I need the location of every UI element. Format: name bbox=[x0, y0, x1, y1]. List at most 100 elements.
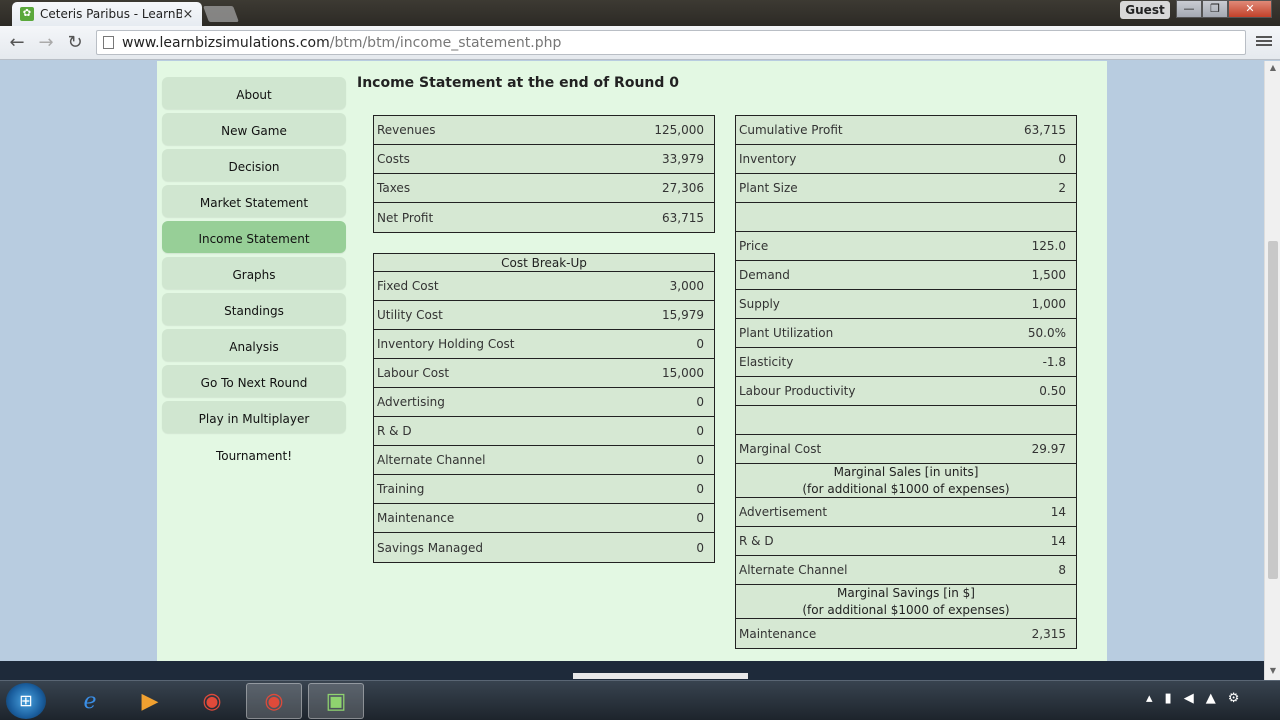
taskbar: ⊞ ℯ ▶ ◉ ◉ ▣ ▴ ▮ ◀ ▲ ⚙ bbox=[0, 680, 1280, 720]
browser-menu-icon[interactable] bbox=[1256, 34, 1272, 50]
reload-icon[interactable]: ↻ bbox=[64, 32, 86, 54]
sidebar-item-multiplayer[interactable]: Play in Multiplayer Tournament! bbox=[162, 401, 346, 463]
row-value: 0.50 bbox=[1039, 384, 1066, 398]
media-player-icon[interactable]: ▶ bbox=[122, 683, 178, 719]
chrome-active-icon[interactable]: ◉ bbox=[246, 683, 302, 719]
back-icon[interactable]: ← bbox=[6, 32, 28, 54]
horizontal-scroll-thumb[interactable] bbox=[573, 673, 748, 679]
table-row: Labour Cost 15,000 bbox=[374, 359, 714, 388]
url-host: www.learnbizsimulations.com bbox=[122, 34, 330, 51]
sidebar-item-analysis[interactable]: Analysis bbox=[162, 329, 346, 361]
table-row: R & D 14 bbox=[736, 527, 1076, 556]
row-value: 0 bbox=[696, 395, 704, 409]
row-value: 0 bbox=[696, 540, 704, 555]
row-value: 8 bbox=[1058, 563, 1066, 577]
row-value: 0 bbox=[696, 511, 704, 525]
table-row: Price 125.0 bbox=[736, 232, 1076, 261]
sidebar-nav: About New Game Decision Market Statement… bbox=[162, 77, 346, 463]
summary-table: Revenues 125,000 Costs 33,979 Taxes 27,306 … bbox=[373, 115, 715, 233]
row-label: R & D bbox=[377, 424, 412, 438]
chrome-icon[interactable]: ◉ bbox=[184, 683, 240, 719]
new-tab-button[interactable] bbox=[203, 6, 239, 22]
row-label: R & D bbox=[739, 534, 774, 548]
tab-close-icon[interactable]: × bbox=[182, 7, 194, 22]
window-close-button[interactable]: ✕ bbox=[1228, 0, 1272, 18]
row-label: Training bbox=[377, 482, 425, 496]
bottom-strip bbox=[0, 661, 1264, 680]
table-row: Revenues 125,000 bbox=[374, 116, 714, 145]
row-label: Alternate Channel bbox=[739, 563, 848, 577]
row-value: 0 bbox=[1058, 152, 1066, 166]
table-row: Maintenance 0 bbox=[374, 504, 714, 533]
table-row: Training 0 bbox=[374, 475, 714, 504]
row-label: Supply bbox=[739, 297, 780, 311]
table-row: Utility Cost 15,979 bbox=[374, 301, 714, 330]
row-value: 14 bbox=[1050, 534, 1066, 548]
table-row: Demand 1,500 bbox=[736, 261, 1076, 290]
row-value: 3,000 bbox=[669, 279, 704, 293]
marginal-savings-header: Marginal Savings [in $] (for additional … bbox=[736, 585, 1076, 619]
row-label: Inventory bbox=[739, 152, 797, 166]
row-label: Marginal Cost bbox=[739, 442, 822, 456]
row-value: 63,715 bbox=[1024, 123, 1066, 137]
cost-breakup-table: Cost Break-Up Fixed Cost 3,000 Utility Co… bbox=[373, 253, 715, 563]
sidebar-item-about[interactable]: About bbox=[162, 77, 346, 109]
tray-expand-icon[interactable]: ▴ bbox=[1146, 691, 1153, 706]
table-row: Marginal Cost 29.97 bbox=[736, 435, 1076, 464]
row-value: 50.0% bbox=[1027, 326, 1066, 340]
sidebar-item-market-statement[interactable]: Market Statement bbox=[162, 185, 346, 217]
address-bar[interactable]: www.learnbizsimulations.com/btm/btm/inco… bbox=[96, 30, 1246, 55]
row-value: 14 bbox=[1050, 505, 1066, 519]
sidebar-item-graphs[interactable]: Graphs bbox=[162, 257, 346, 289]
scroll-up-icon[interactable]: ▲ bbox=[1265, 61, 1280, 75]
table-row-empty bbox=[736, 406, 1076, 435]
table-row: Advertising 0 bbox=[374, 388, 714, 417]
table-row: Alternate Channel 8 bbox=[736, 556, 1076, 585]
sidebar-item-standings[interactable]: Standings bbox=[162, 293, 346, 325]
row-value: 1,000 bbox=[1031, 297, 1066, 311]
table-row-empty bbox=[736, 203, 1076, 232]
volume-icon[interactable]: ◀ bbox=[1184, 691, 1194, 706]
row-value: 0 bbox=[696, 424, 704, 438]
table-row: Inventory 0 bbox=[736, 145, 1076, 174]
drive-icon[interactable]: ▲ bbox=[1206, 691, 1216, 706]
row-label: Taxes bbox=[377, 181, 411, 195]
row-value: 15,000 bbox=[662, 366, 704, 380]
row-label: Alternate Channel bbox=[377, 453, 486, 467]
table-row: Inventory Holding Cost 0 bbox=[374, 330, 714, 359]
row-label: Plant Utilization bbox=[739, 326, 834, 340]
table-row: R & D 0 bbox=[374, 417, 714, 446]
forward-icon[interactable]: → bbox=[35, 32, 57, 54]
page-viewport: About New Game Decision Market Statement… bbox=[0, 61, 1264, 661]
row-label: Demand bbox=[739, 268, 790, 282]
page-title: Income Statement at the end of Round 0 bbox=[357, 75, 680, 91]
row-label: Revenues bbox=[377, 123, 436, 137]
table-row: Taxes 27,306 bbox=[374, 174, 714, 203]
minimize-button[interactable]: — bbox=[1176, 0, 1202, 18]
row-value: 1,500 bbox=[1031, 268, 1066, 282]
browser-tab[interactable]: ✿ Ceteris Paribus - LearnBiz × bbox=[12, 2, 202, 26]
internet-explorer-icon[interactable]: ℯ bbox=[62, 683, 118, 719]
marginal-sales-header: Marginal Sales [in units] (for additiona… bbox=[736, 464, 1076, 498]
start-button-icon[interactable]: ⊞ bbox=[6, 683, 46, 719]
maximize-button[interactable]: ❐ bbox=[1202, 0, 1228, 18]
app-window-icon[interactable]: ▣ bbox=[308, 683, 364, 719]
vertical-scrollbar[interactable]: ▲ ▼ bbox=[1264, 61, 1280, 680]
row-label: Fixed Cost bbox=[377, 279, 439, 293]
network-icon[interactable]: ▮ bbox=[1165, 691, 1172, 706]
row-value: 125.0 bbox=[1031, 239, 1066, 253]
table-row: Supply 1,000 bbox=[736, 290, 1076, 319]
table-row: Elasticity -1.8 bbox=[736, 348, 1076, 377]
sidebar-item-next-round[interactable]: Go To Next Round bbox=[162, 365, 346, 397]
settings-icon[interactable]: ⚙ bbox=[1228, 691, 1240, 706]
row-label: Costs bbox=[377, 152, 410, 166]
sidebar-item-income-statement[interactable]: Income Statement bbox=[162, 221, 346, 253]
sidebar-item-decision[interactable]: Decision bbox=[162, 149, 346, 181]
row-label: Plant Size bbox=[739, 181, 798, 195]
sidebar-item-new-game[interactable]: New Game bbox=[162, 113, 346, 145]
guest-profile-button[interactable]: Guest bbox=[1120, 1, 1170, 19]
scroll-down-icon[interactable]: ▼ bbox=[1265, 664, 1280, 678]
marginal-savings-subtitle: (for additional $1000 of expenses) bbox=[802, 603, 1010, 617]
scrollbar-thumb[interactable] bbox=[1268, 241, 1278, 579]
browser-toolbar: ← → ↻ www.learnbizsimulations.com/btm/bt… bbox=[0, 26, 1280, 60]
